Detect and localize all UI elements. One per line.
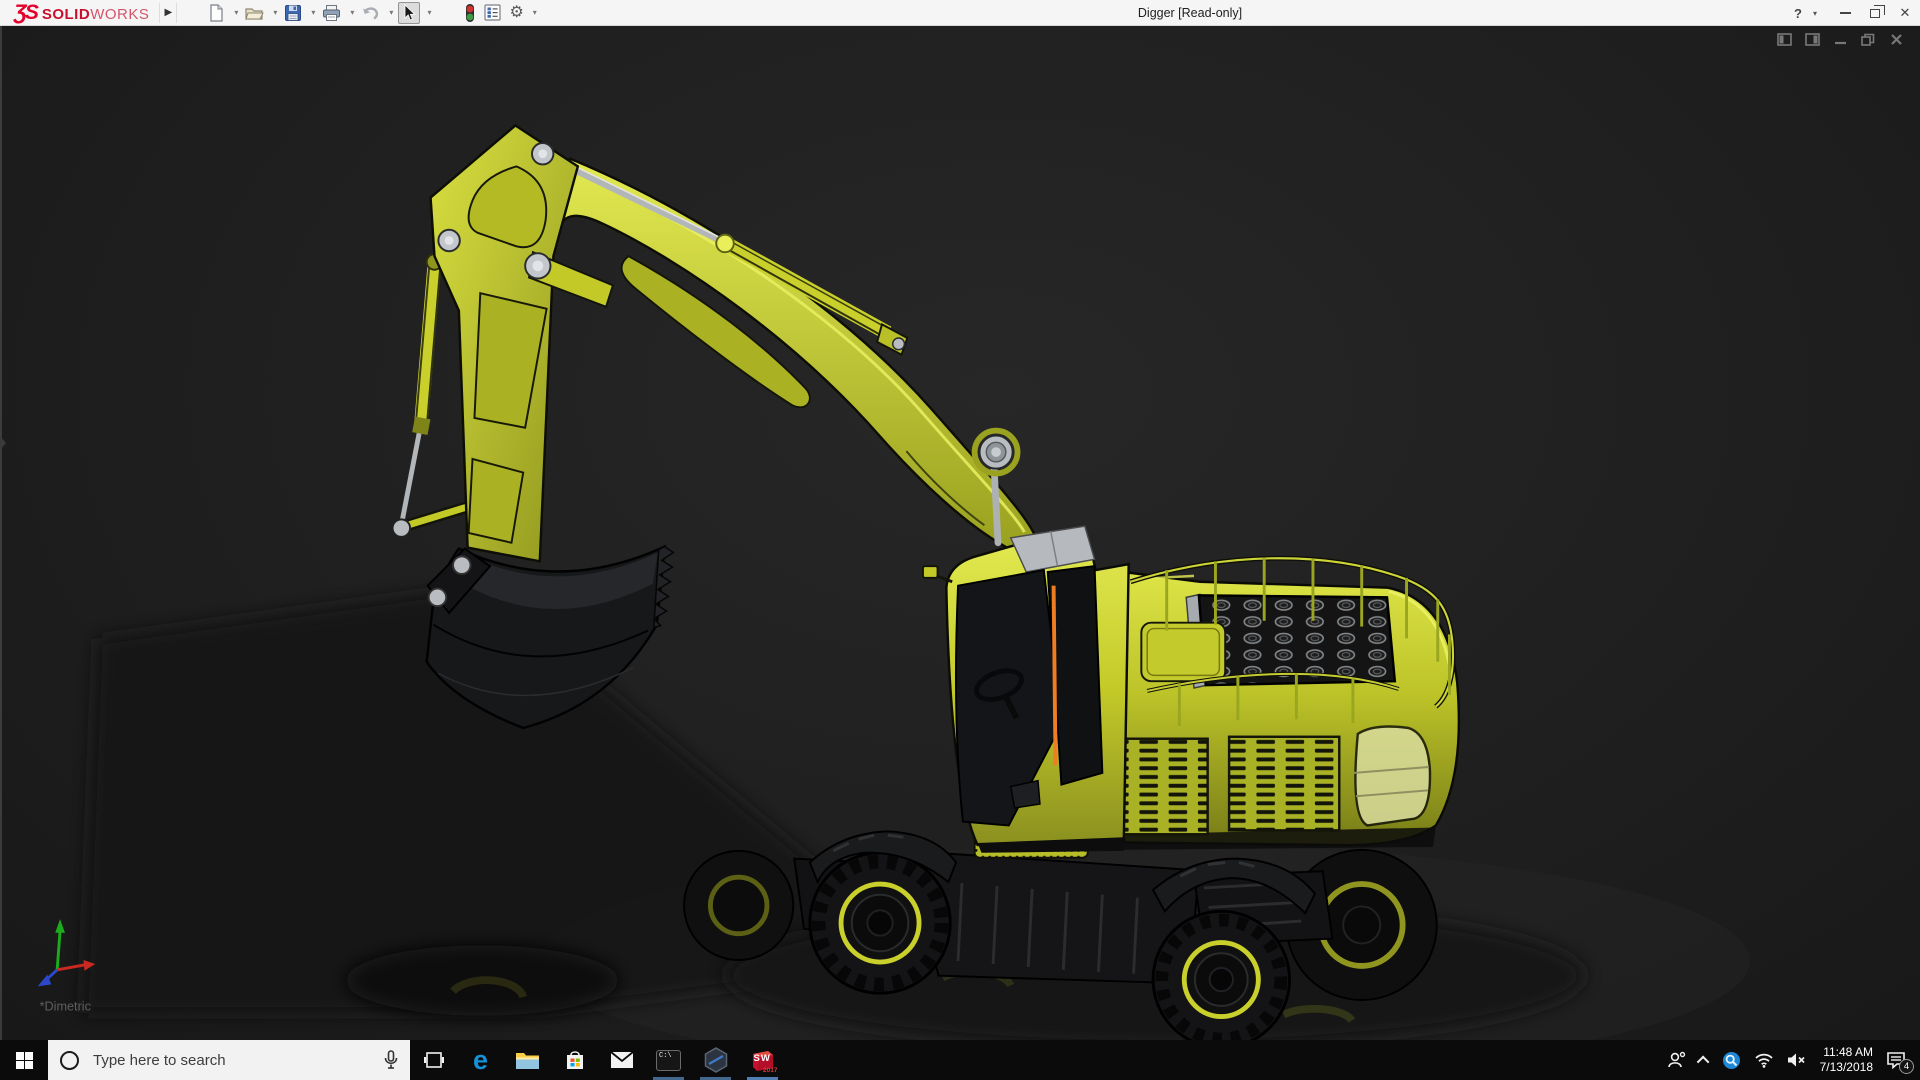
- cortana-icon: [60, 1051, 79, 1070]
- chevron-up-icon: [1696, 1055, 1709, 1068]
- properties-icon: [484, 4, 501, 21]
- dropdown-caret-icon[interactable]: ▾: [427, 8, 431, 17]
- radiator-grille-right[interactable]: [1229, 737, 1339, 831]
- main-toolbar: ▾ ▾ ▾ ▾: [205, 0, 541, 26]
- rear-wheel[interactable]: [1153, 911, 1290, 1040]
- help-caret-icon[interactable]: ▾: [1813, 9, 1825, 18]
- undo-icon: [361, 4, 380, 22]
- help-button[interactable]: ?: [1786, 0, 1810, 26]
- dropdown-caret-icon[interactable]: ▾: [389, 8, 393, 17]
- print-icon: [322, 4, 341, 22]
- search-placeholder: Type here to search: [93, 1052, 384, 1069]
- ds-logo-icon: ƷS: [14, 1, 37, 25]
- pane-left-icon[interactable]: [1776, 32, 1792, 47]
- rebuild-traffic-light-button[interactable]: [462, 2, 478, 24]
- front-wheel[interactable]: [810, 853, 950, 993]
- gear-icon: ⚙: [509, 5, 523, 21]
- clock[interactable]: 11:48 AM 7/13/2018: [1820, 1045, 1873, 1075]
- selected-edge-highlight[interactable]: [1054, 586, 1056, 765]
- file-explorer-icon: [515, 1050, 540, 1071]
- solidworks-2017-icon: SW 2017: [751, 1048, 775, 1072]
- microphone-icon[interactable]: [384, 1050, 398, 1070]
- dropdown-caret-icon[interactable]: ▾: [350, 8, 354, 17]
- graphics-viewport[interactable]: *Dimetric: [0, 26, 1920, 1040]
- windows-logo-icon: [16, 1052, 33, 1069]
- dropdown-caret-icon[interactable]: ▾: [234, 8, 238, 17]
- hexagon-app-button[interactable]: [692, 1040, 739, 1080]
- document-window-controls: [1776, 32, 1904, 47]
- edge-icon: e: [473, 1045, 488, 1076]
- model-scene: *Dimetric: [0, 26, 1920, 1040]
- store-button[interactable]: [551, 1040, 598, 1080]
- minimize-icon: [1840, 12, 1851, 14]
- toolbar-flyout-arrow[interactable]: ▶: [159, 3, 177, 23]
- restore-icon: [1870, 9, 1880, 18]
- new-document-button[interactable]: [205, 2, 227, 24]
- orientation-label: *Dimetric: [40, 1000, 91, 1014]
- minimize-button[interactable]: [1830, 0, 1860, 26]
- select-cursor-icon: [401, 4, 417, 22]
- undo-button[interactable]: [359, 2, 382, 24]
- action-center-button[interactable]: 4: [1886, 1051, 1906, 1069]
- file-explorer-button[interactable]: [504, 1040, 551, 1080]
- dropdown-caret-icon[interactable]: ▾: [273, 8, 277, 17]
- hexagon-app-icon: [704, 1047, 728, 1073]
- volume-muted-icon[interactable]: [1787, 1052, 1807, 1068]
- rear-far-wheel[interactable]: [684, 851, 793, 960]
- open-icon: [245, 4, 264, 22]
- deck-hatch[interactable]: [1141, 623, 1225, 682]
- rear-window[interactable]: [1355, 726, 1430, 825]
- save-icon: [284, 4, 302, 22]
- command-prompt-icon: C:\: [656, 1050, 681, 1071]
- dropdown-caret-icon[interactable]: ▾: [533, 8, 537, 17]
- bucket-cylinder[interactable]: [401, 254, 442, 525]
- print-button[interactable]: [320, 2, 343, 24]
- save-button[interactable]: [282, 2, 304, 24]
- select-tool-button[interactable]: [398, 2, 420, 24]
- boom-arm[interactable]: [552, 157, 1036, 554]
- title-bar: ƷS SOLID WORKS ▶ ▾ ▾ ▾: [0, 0, 1920, 26]
- pane-right-icon[interactable]: [1804, 32, 1820, 47]
- window-controls: ? ▾ ✕: [1786, 0, 1920, 26]
- open-button[interactable]: [243, 2, 266, 24]
- tray-date: 7/13/2018: [1820, 1060, 1873, 1075]
- options-button[interactable]: ⚙: [507, 2, 525, 24]
- system-tray: 11:48 AM 7/13/2018 4: [1667, 1045, 1920, 1075]
- command-prompt-button[interactable]: C:\: [645, 1040, 692, 1080]
- wifi-icon[interactable]: [1754, 1052, 1774, 1068]
- mail-icon: [610, 1051, 634, 1069]
- task-view-icon: [423, 1049, 445, 1071]
- windows-taskbar: Type here to search e: [0, 1040, 1920, 1080]
- people-icon[interactable]: [1667, 1051, 1687, 1069]
- tray-time: 11:48 AM: [1820, 1045, 1873, 1060]
- solidworks-logo: ƷS SOLID WORKS: [0, 1, 149, 25]
- taskbar-search[interactable]: Type here to search: [48, 1040, 410, 1080]
- properties-button[interactable]: [482, 2, 503, 24]
- store-icon: [564, 1049, 586, 1071]
- doc-restore-icon[interactable]: [1860, 32, 1876, 47]
- restore-button[interactable]: [1860, 0, 1890, 26]
- mirror: [923, 566, 938, 578]
- operator-cab[interactable]: [923, 526, 1129, 853]
- edge-button[interactable]: e: [457, 1040, 504, 1080]
- doc-close-icon[interactable]: [1888, 32, 1904, 47]
- task-view-button[interactable]: [410, 1040, 457, 1080]
- notification-badge: 4: [1899, 1059, 1914, 1074]
- doc-minimize-icon[interactable]: [1832, 32, 1848, 47]
- solidworks-button[interactable]: SW 2017: [739, 1040, 786, 1080]
- mail-button[interactable]: [598, 1040, 645, 1080]
- start-button[interactable]: [0, 1040, 48, 1080]
- dropdown-caret-icon[interactable]: ▾: [311, 8, 315, 17]
- document-title: Digger [Read-only]: [1138, 0, 1242, 26]
- new-document-icon: [207, 4, 225, 22]
- hidden-icons-chevron[interactable]: [1700, 1056, 1709, 1065]
- defender-icon[interactable]: [1722, 1051, 1741, 1070]
- close-button[interactable]: ✕: [1890, 0, 1920, 26]
- traffic-light-icon: [464, 3, 476, 23]
